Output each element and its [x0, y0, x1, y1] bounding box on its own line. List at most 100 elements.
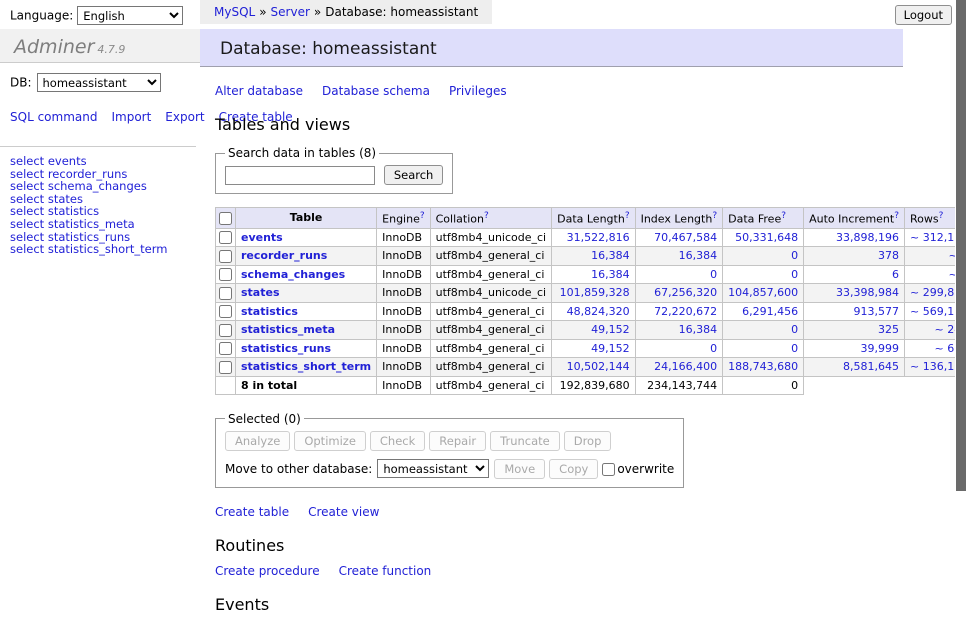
index-length-link[interactable]: 70,467,584: [654, 231, 717, 244]
create-link[interactable]: Create view: [308, 505, 379, 519]
move-database-select[interactable]: homeassistant: [377, 459, 489, 478]
row-checkbox[interactable]: [219, 342, 232, 355]
index-length-link[interactable]: 67,256,320: [654, 286, 717, 299]
row-checkbox[interactable]: [219, 231, 232, 244]
auto-increment-link[interactable]: 39,999: [861, 342, 900, 355]
data-length-link[interactable]: 31,522,816: [567, 231, 630, 244]
data-length-cell: 16,384: [552, 247, 635, 266]
routine-create-link[interactable]: Create function: [339, 564, 432, 578]
help-link-icon[interactable]: ?: [894, 211, 899, 221]
sidebar-select-link[interactable]: select statistics_short_term: [10, 243, 200, 256]
help-link-icon[interactable]: ?: [939, 211, 944, 221]
sidebar-select-link[interactable]: select events: [10, 155, 200, 168]
sidebar-select-link[interactable]: select schema_changes: [10, 180, 200, 193]
auto-increment-link[interactable]: 33,898,196: [836, 231, 899, 244]
breadcrumb-mysql-link[interactable]: MySQL: [214, 5, 255, 19]
table-row: schema_changesInnoDButf8mb4_general_ci16…: [216, 265, 966, 284]
help-link-icon[interactable]: ?: [625, 211, 630, 221]
routine-create-link[interactable]: Create procedure: [215, 564, 320, 578]
help-link-icon[interactable]: ?: [712, 211, 717, 221]
collation-cell: utf8mb4_general_ci: [430, 358, 551, 377]
index-length-cell: 16,384: [635, 247, 723, 266]
table-name-link[interactable]: events: [241, 231, 283, 244]
search-button[interactable]: Search: [384, 165, 444, 185]
data-free-link[interactable]: 104,857,600: [728, 286, 798, 299]
table-name-link[interactable]: statistics: [241, 305, 298, 318]
table-name-link[interactable]: schema_changes: [241, 268, 345, 281]
data-length-link[interactable]: 49,152: [591, 342, 630, 355]
help-link-icon[interactable]: ?: [484, 211, 489, 221]
auto-increment-link[interactable]: 6: [892, 268, 899, 281]
sidebar-select-link[interactable]: select statistics_meta: [10, 218, 200, 231]
data-free-link[interactable]: 0: [791, 323, 798, 336]
db-select[interactable]: homeassistant: [37, 73, 161, 92]
row-check-cell: [216, 358, 236, 377]
data-free-link[interactable]: 188,743,680: [728, 360, 798, 373]
logout-button[interactable]: Logout: [895, 5, 952, 25]
index-length-link[interactable]: 0: [710, 268, 717, 281]
table-header-row: Table Engine? Collation? Data Length? In…: [216, 208, 966, 229]
collation-cell: utf8mb4_unicode_ci: [430, 284, 551, 303]
database-action-link[interactable]: Privileges: [449, 84, 507, 98]
auto-increment-link[interactable]: 378: [878, 249, 899, 262]
help-link-icon[interactable]: ?: [781, 211, 786, 221]
table-name-cell: statistics_short_term: [236, 358, 377, 377]
row-checkbox[interactable]: [219, 324, 232, 337]
table-name-link[interactable]: recorder_runs: [241, 249, 327, 262]
data-length-link[interactable]: 49,152: [591, 323, 630, 336]
sidebar-actions: SQL commandImportExportCreate table: [10, 110, 175, 124]
overwrite-checkbox[interactable]: [602, 463, 615, 476]
table-name-link[interactable]: states: [241, 286, 280, 299]
table-name-link[interactable]: statistics_short_term: [241, 360, 371, 373]
index-length-link[interactable]: 0: [710, 342, 717, 355]
data-length-link[interactable]: 48,824,320: [567, 305, 630, 318]
events-section-title: Events: [215, 595, 915, 614]
data-length-link[interactable]: 16,384: [591, 249, 630, 262]
data-free-link[interactable]: 0: [791, 268, 798, 281]
data-free-link[interactable]: 0: [791, 249, 798, 262]
data-length-cell: 49,152: [552, 339, 635, 358]
row-checkbox[interactable]: [219, 287, 232, 300]
database-action-link[interactable]: Alter database: [215, 84, 303, 98]
row-checkbox[interactable]: [219, 305, 232, 318]
row-checkbox[interactable]: [219, 361, 232, 374]
auto-increment-link[interactable]: 913,577: [854, 305, 900, 318]
data-length-link[interactable]: 16,384: [591, 268, 630, 281]
help-link-icon[interactable]: ?: [420, 211, 425, 221]
scrollbar-thumb[interactable]: [956, 0, 966, 491]
auto-increment-link[interactable]: 33,398,984: [836, 286, 899, 299]
data-free-cell: 104,857,600: [723, 284, 804, 303]
index-length-link[interactable]: 24,166,400: [654, 360, 717, 373]
collation-cell: utf8mb4_general_ci: [430, 339, 551, 358]
row-checkbox[interactable]: [219, 268, 232, 281]
language-select[interactable]: English: [77, 6, 183, 25]
row-check-cell: [216, 228, 236, 247]
data-free-link[interactable]: 6,291,456: [742, 305, 798, 318]
sidebar-action-link[interactable]: Import: [111, 110, 151, 124]
index-length-link[interactable]: 16,384: [679, 323, 718, 336]
database-action-link[interactable]: Database schema: [322, 84, 430, 98]
breadcrumb-server-link[interactable]: Server: [271, 5, 310, 19]
data-free-link[interactable]: 50,331,648: [735, 231, 798, 244]
sidebar-action-link[interactable]: SQL command: [10, 110, 97, 124]
table-name-link[interactable]: statistics_runs: [241, 342, 331, 355]
row-check-cell: [216, 339, 236, 358]
auto-increment-link[interactable]: 8,581,645: [843, 360, 899, 373]
row-checkbox[interactable]: [219, 250, 232, 263]
index-length-link[interactable]: 16,384: [679, 249, 718, 262]
index-length-link[interactable]: 72,220,672: [654, 305, 717, 318]
language-switcher: Language:English: [10, 6, 183, 25]
index-length-cell: 24,166,400: [635, 358, 723, 377]
table-row: statistics_runsInnoDButf8mb4_general_ci4…: [216, 339, 966, 358]
check-all-checkbox[interactable]: [219, 212, 232, 225]
sidebar-action-link[interactable]: Export: [165, 110, 204, 124]
table-name-link[interactable]: statistics_meta: [241, 323, 335, 336]
index-length-cell: 70,467,584: [635, 228, 723, 247]
data-free-link[interactable]: 0: [791, 342, 798, 355]
search-input[interactable]: [225, 166, 375, 185]
vertical-scrollbar[interactable]: [955, 0, 966, 543]
data-length-link[interactable]: 101,859,328: [560, 286, 630, 299]
create-link[interactable]: Create table: [215, 505, 289, 519]
auto-increment-link[interactable]: 325: [878, 323, 899, 336]
data-length-link[interactable]: 10,502,144: [567, 360, 630, 373]
